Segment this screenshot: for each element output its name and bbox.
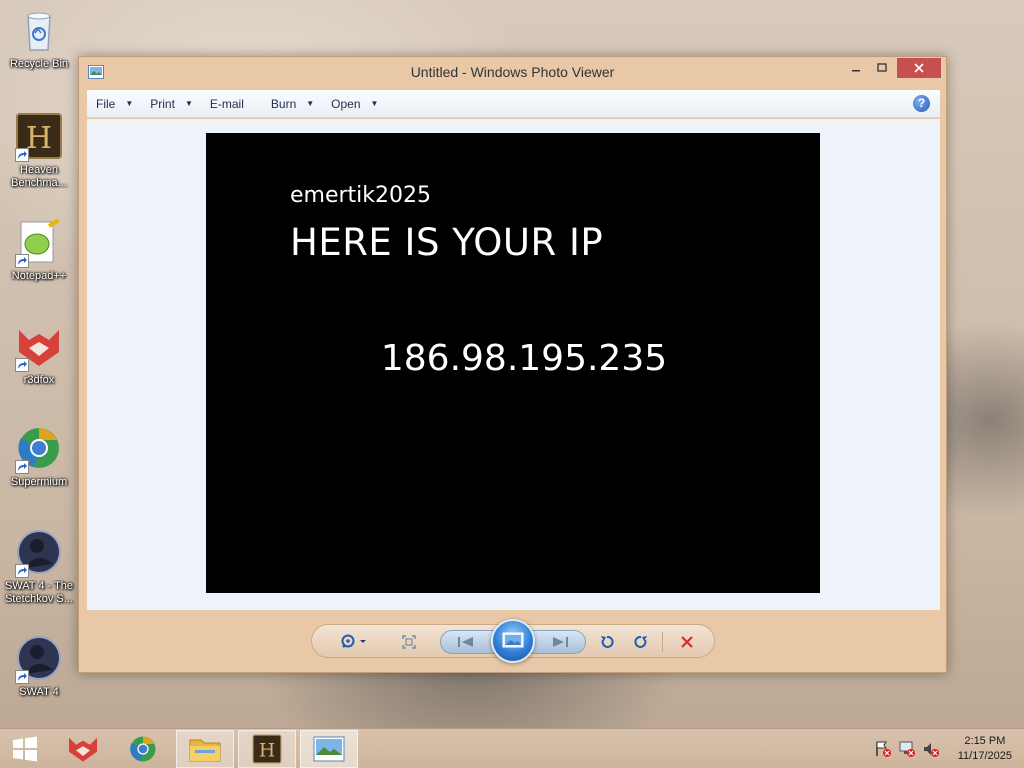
desktop-icon-label: Supermium	[10, 476, 68, 488]
title-bar[interactable]: Untitled - Windows Photo Viewer	[79, 57, 946, 87]
close-button[interactable]	[897, 58, 941, 78]
rotate-left-icon	[601, 635, 614, 648]
playback-controls	[311, 619, 715, 663]
notepad-plus-plus-icon	[15, 218, 63, 268]
chevron-down-icon: ▼	[184, 99, 193, 108]
heaven-benchmark-icon: H	[15, 112, 63, 162]
menu-burn-label: Burn	[270, 96, 297, 111]
menu-file-label: File	[96, 96, 116, 111]
slideshow-icon	[502, 632, 524, 648]
photo-viewer-icon	[313, 736, 345, 762]
chevron-down-icon: ▼	[306, 99, 315, 108]
supermium-icon	[130, 736, 156, 762]
maximize-icon	[877, 63, 887, 72]
svg-text:H: H	[259, 741, 275, 762]
action-center-flag-icon[interactable]	[874, 740, 892, 758]
system-clock[interactable]: 2:15 PM 11/17/2025	[958, 734, 1012, 764]
rotate-clockwise-button[interactable]	[630, 631, 652, 653]
displayed-image: emertik2025 HERE IS YOUR IP 186.98.195.2…	[206, 133, 820, 593]
menu-open-label: Open	[331, 96, 361, 111]
actual-size-button[interactable]	[398, 631, 420, 653]
taskbar-photo-viewer[interactable]	[300, 730, 358, 768]
delete-button[interactable]	[676, 631, 698, 653]
menu-burn[interactable]: Burn ▼	[262, 90, 322, 117]
taskbar-heaven-benchmark[interactable]: H	[238, 730, 296, 768]
start-button[interactable]	[0, 730, 50, 768]
desktop-icon-label: r3dfox	[23, 374, 55, 386]
zoom-icon	[341, 634, 366, 648]
heaven-benchmark-icon: H	[252, 734, 282, 764]
previous-button[interactable]	[452, 631, 480, 653]
chevron-down-icon: ▼	[125, 99, 134, 108]
image-headline-text: HERE IS YOUR IP	[290, 221, 604, 264]
next-icon	[553, 637, 568, 647]
folder-icon	[189, 739, 221, 762]
actual-size-icon	[402, 635, 416, 649]
shortcut-arrow-icon	[15, 670, 29, 684]
menu-email-label: E-mail	[209, 96, 244, 111]
desktop-icon-supermium[interactable]: Supermium	[2, 424, 76, 489]
minimize-button[interactable]	[843, 58, 869, 78]
menu-file[interactable]: File ▼	[87, 90, 141, 117]
shortcut-arrow-icon	[15, 148, 29, 162]
previous-icon	[458, 637, 473, 647]
supermium-icon	[15, 424, 63, 474]
swat4-icon	[15, 528, 63, 578]
menu-print[interactable]: Print ▼	[141, 90, 201, 117]
taskbar: H 2:15 PM 11/17/2025	[0, 728, 1024, 768]
command-bar: File ▼ Print ▼ E-mail Burn ▼ Open ▼ ?	[87, 90, 940, 118]
desktop-icon-label: Notepad++	[11, 270, 67, 282]
window-title: Untitled - Windows Photo Viewer	[410, 64, 615, 80]
close-icon	[914, 63, 924, 73]
image-username-text: emertik2025	[290, 183, 432, 208]
taskbar-r3dfox[interactable]	[54, 730, 112, 768]
network-icon[interactable]	[898, 740, 916, 758]
taskbar-file-explorer[interactable]	[176, 730, 234, 768]
windows-logo-icon	[13, 736, 37, 762]
minimize-icon	[852, 70, 860, 72]
clock-date: 11/17/2025	[957, 750, 1012, 762]
desktop-icon-label: SWAT 4 - The Stetchkov S...	[4, 580, 74, 605]
next-button[interactable]	[546, 631, 574, 653]
rotate-right-icon	[634, 635, 647, 648]
image-ip-address-text: 186.98.195.235	[380, 338, 668, 379]
help-icon[interactable]: ?	[913, 95, 930, 112]
r3dfox-icon	[15, 322, 63, 372]
r3dfox-icon	[69, 737, 97, 762]
rotate-counterclockwise-button[interactable]	[596, 631, 618, 653]
desktop-icon-recycle-bin[interactable]: Recycle Bin	[2, 6, 76, 71]
desktop-icon-swat4[interactable]: SWAT 4	[2, 634, 76, 699]
shortcut-arrow-icon	[15, 254, 29, 268]
menu-open[interactable]: Open ▼	[322, 90, 386, 117]
recycle-bin-icon	[15, 6, 63, 54]
system-tray	[874, 729, 940, 768]
desktop-icon-notepad-plus-plus[interactable]: Notepad++	[2, 218, 76, 283]
maximize-button[interactable]	[869, 58, 895, 78]
chevron-down-icon: ▼	[370, 99, 379, 108]
desktop-icon-swat4-stetchkov[interactable]: SWAT 4 - The Stetchkov S...	[2, 528, 76, 606]
image-canvas: emertik2025 HERE IS YOUR IP 186.98.195.2…	[87, 119, 940, 610]
shortcut-arrow-icon	[15, 460, 29, 474]
slideshow-button[interactable]	[491, 619, 535, 663]
desktop-icon-r3dfox[interactable]: r3dfox	[2, 322, 76, 387]
desktop-icon-label: SWAT 4	[19, 686, 59, 698]
menu-email[interactable]: E-mail	[201, 90, 252, 117]
clock-time: 2:15 PM	[964, 735, 1006, 747]
swat4-icon	[15, 634, 63, 684]
volume-muted-icon[interactable]	[922, 740, 940, 758]
photo-viewer-window: Untitled - Windows Photo Viewer File ▼ Pr…	[78, 56, 947, 673]
shortcut-arrow-icon	[15, 358, 29, 372]
desktop-icon-label: Recycle Bin	[9, 58, 69, 70]
delete-icon	[681, 636, 693, 648]
shortcut-arrow-icon	[15, 564, 29, 578]
svg-text:H: H	[26, 121, 52, 156]
taskbar-supermium[interactable]	[114, 730, 172, 768]
desktop-icon-label: Heaven Benchma...	[11, 164, 67, 189]
controls-divider	[662, 632, 663, 652]
desktop-icon-heaven-benchmark[interactable]: H Heaven Benchma...	[2, 112, 76, 190]
menu-print-label: Print	[150, 96, 175, 111]
zoom-button[interactable]	[338, 631, 372, 653]
